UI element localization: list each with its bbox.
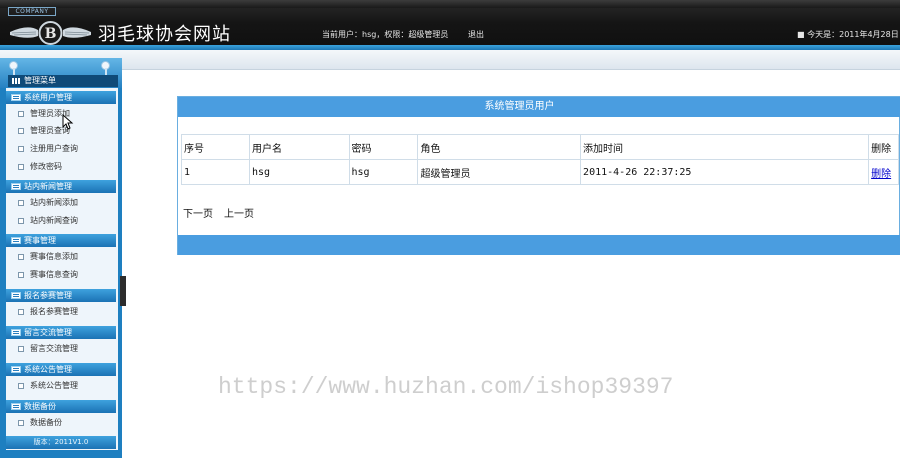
menu-item-registration-manage[interactable]: 报名参赛管理 bbox=[6, 304, 116, 320]
cell-id: 1 bbox=[181, 159, 250, 185]
menu-group-label: 赛事管理 bbox=[24, 236, 56, 245]
bullet-icon bbox=[18, 200, 24, 206]
toolbar-strip bbox=[0, 50, 900, 70]
column-header-id: 序号 bbox=[181, 134, 250, 160]
bullet-icon bbox=[18, 254, 24, 260]
bullet-icon bbox=[18, 383, 24, 389]
menu-group-events[interactable]: 赛事管理 bbox=[6, 234, 116, 247]
cell-username: hsg bbox=[249, 159, 350, 185]
menu-title-label: 管理菜单 bbox=[24, 76, 56, 85]
table-row: 1 hsg hsg 超级管理员 2011-4-26 22:37:25 删除 bbox=[181, 159, 899, 185]
bullet-icon bbox=[18, 420, 24, 426]
menu-item-label: 赛事信息查询 bbox=[30, 270, 78, 279]
company-badge: COMPANY bbox=[8, 7, 56, 16]
menu-group-label: 留言交流管理 bbox=[24, 328, 72, 337]
menu-item-news-query[interactable]: 站内新闻查询 bbox=[6, 213, 116, 229]
menu-group-news[interactable]: 站内新闻管理 bbox=[6, 180, 116, 193]
header-top-strip bbox=[0, 0, 900, 8]
menu-header: 管理菜单 bbox=[0, 58, 122, 88]
menu-item-registered-user-query[interactable]: 注册用户查询 bbox=[6, 141, 116, 157]
menu-group-label: 系统公告管理 bbox=[24, 365, 72, 374]
watermark-text: https://www.huzhan.com/ishop39397 bbox=[218, 374, 674, 400]
cell-role: 超级管理员 bbox=[417, 159, 582, 185]
bullet-icon bbox=[18, 309, 24, 315]
menu-item-announcements-manage[interactable]: 系统公告管理 bbox=[6, 378, 116, 394]
bullet-icon bbox=[18, 218, 24, 224]
folder-icon bbox=[11, 237, 21, 244]
logout-link[interactable]: 退出 bbox=[468, 29, 484, 40]
menu-item-news-add[interactable]: 站内新闻添加 bbox=[6, 195, 116, 211]
sidebar: 管理菜单 系统用户管理 管理员添加 管理员查询 注册用户查询 修改密码 站内新闻… bbox=[0, 58, 122, 458]
menu-group-backup[interactable]: 数据备份 bbox=[6, 400, 116, 413]
menu-group-label: 报名参赛管理 bbox=[24, 291, 72, 300]
folder-icon bbox=[11, 94, 21, 101]
menu-item-admin-query[interactable]: 管理员查询 bbox=[6, 123, 116, 139]
menu-item-label: 数据备份 bbox=[30, 418, 62, 427]
sidebar-bottom-bar bbox=[0, 450, 122, 458]
next-page-link[interactable]: 下一页 bbox=[183, 209, 213, 220]
panel-title: 系统管理员用户 bbox=[178, 97, 900, 117]
cell-password: hsg bbox=[348, 159, 419, 185]
bentley-logo-icon: B bbox=[10, 21, 91, 45]
menu-group-system-users[interactable]: 系统用户管理 bbox=[6, 91, 116, 104]
menu-item-data-backup[interactable]: 数据备份 bbox=[6, 415, 116, 431]
today-date: ■ 今天是：2011年4月28日 bbox=[797, 30, 899, 39]
pin-stick bbox=[105, 68, 107, 75]
menu-item-label: 站内新闻添加 bbox=[30, 198, 78, 207]
admin-users-panel: 系统管理员用户 序号 用户名 密码 角色 添加时间 删除 1 hsg hsg 超… bbox=[177, 96, 900, 255]
sidebar-toggle-handle[interactable] bbox=[120, 276, 126, 306]
header-bar: COMPANY B 羽毛球协会网站 当前用户：hsg，权限：超级管理员 退出 ■… bbox=[0, 0, 900, 50]
folder-icon bbox=[11, 366, 21, 373]
menu-title: 管理菜单 bbox=[8, 75, 118, 87]
bullet-icon bbox=[18, 128, 24, 134]
menu-item-label: 留言交流管理 bbox=[30, 344, 78, 353]
current-user-info: 当前用户：hsg，权限：超级管理员 bbox=[322, 30, 449, 39]
menu-group-announcements[interactable]: 系统公告管理 bbox=[6, 363, 116, 376]
pager: 下一页 上一页 bbox=[183, 205, 259, 220]
menu-item-event-add[interactable]: 赛事信息添加 bbox=[6, 249, 116, 265]
version-label: 版本：2011V1.0 bbox=[6, 436, 116, 449]
bullet-icon bbox=[18, 346, 24, 352]
menu-item-label: 系统公告管理 bbox=[30, 381, 78, 390]
menu-grid-icon bbox=[12, 78, 21, 84]
svg-text:B: B bbox=[45, 26, 57, 42]
site-title: 羽毛球协会网站 bbox=[98, 24, 231, 45]
menu-item-label: 修改密码 bbox=[30, 162, 62, 171]
folder-icon bbox=[11, 292, 21, 299]
column-header-delete: 删除 bbox=[868, 134, 899, 160]
mouse-cursor-icon bbox=[62, 114, 74, 130]
folder-icon bbox=[11, 403, 21, 410]
menu-item-label: 站内新闻查询 bbox=[30, 216, 78, 225]
delete-link[interactable]: 删除 bbox=[868, 159, 899, 185]
column-header-username: 用户名 bbox=[249, 134, 350, 160]
menu-group-label: 数据备份 bbox=[24, 402, 56, 411]
pin-stick bbox=[13, 68, 15, 75]
menu-item-messages-manage[interactable]: 留言交流管理 bbox=[6, 341, 116, 357]
column-header-added-time: 添加时间 bbox=[580, 134, 870, 160]
table-header-row: 序号 用户名 密码 角色 添加时间 删除 bbox=[181, 134, 899, 160]
menu-item-event-query[interactable]: 赛事信息查询 bbox=[6, 267, 116, 283]
menu-item-label: 赛事信息添加 bbox=[30, 252, 78, 261]
menu-item-label: 注册用户查询 bbox=[30, 144, 78, 153]
menu-group-label: 站内新闻管理 bbox=[24, 182, 72, 191]
bullet-icon bbox=[18, 146, 24, 152]
menu-item-change-password[interactable]: 修改密码 bbox=[6, 159, 116, 175]
column-header-role: 角色 bbox=[417, 134, 582, 160]
panel-footer-bar bbox=[178, 235, 900, 255]
menu-item-label: 报名参赛管理 bbox=[30, 307, 78, 316]
column-header-password: 密码 bbox=[348, 134, 419, 160]
folder-icon bbox=[11, 329, 21, 336]
bullet-icon bbox=[18, 164, 24, 170]
admin-users-table: 序号 用户名 密码 角色 添加时间 删除 1 hsg hsg 超级管理员 201… bbox=[181, 134, 899, 185]
menu-group-label: 系统用户管理 bbox=[24, 93, 72, 102]
menu-group-messages[interactable]: 留言交流管理 bbox=[6, 326, 116, 339]
menu-item-admin-add[interactable]: 管理员添加 bbox=[6, 106, 116, 122]
bullet-icon bbox=[18, 272, 24, 278]
folder-icon bbox=[11, 183, 21, 190]
prev-page-link[interactable]: 上一页 bbox=[224, 209, 254, 220]
bullet-icon bbox=[18, 111, 24, 117]
menu-group-registration[interactable]: 报名参赛管理 bbox=[6, 289, 116, 302]
cell-added-time: 2011-4-26 22:37:25 bbox=[580, 159, 870, 185]
